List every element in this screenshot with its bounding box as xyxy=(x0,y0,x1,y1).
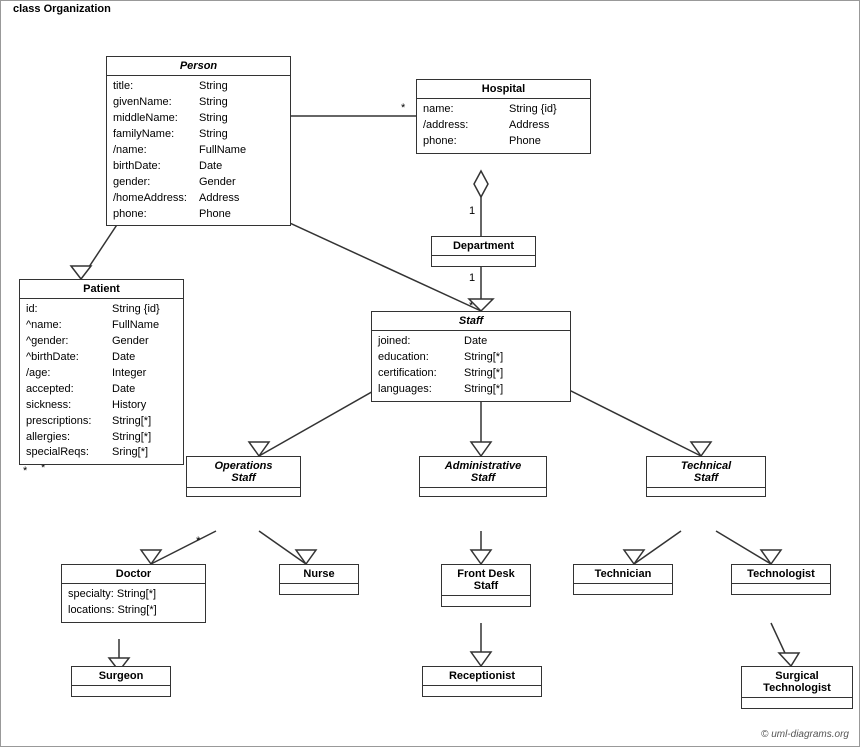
person-class: Person title:String givenName:String mid… xyxy=(106,56,291,226)
technician-class: Technician xyxy=(573,564,673,595)
department-class: Department xyxy=(431,236,536,267)
person-header: Person xyxy=(107,57,290,76)
administrative-staff-header: AdministrativeStaff xyxy=(420,457,546,488)
nurse-body xyxy=(280,584,358,594)
copyright-text: © uml-diagrams.org xyxy=(761,729,849,740)
surgical-technologist-body xyxy=(742,698,852,708)
receptionist-body xyxy=(423,686,541,696)
hospital-class: Hospital name:String {id} /address:Addre… xyxy=(416,79,591,154)
surgeon-body xyxy=(72,686,170,696)
surgical-technologist-class: SurgicalTechnologist xyxy=(741,666,853,709)
technical-staff-header: TechnicalStaff xyxy=(647,457,765,488)
patient-body: id:String {id} ^name:FullName ^gender:Ge… xyxy=(20,299,183,464)
technologist-class: Technologist xyxy=(731,564,831,595)
staff-header: Staff xyxy=(372,312,570,331)
receptionist-class: Receptionist xyxy=(422,666,542,697)
technician-body xyxy=(574,584,672,594)
svg-text:*: * xyxy=(196,535,201,547)
front-desk-staff-header: Front DeskStaff xyxy=(442,565,530,596)
administrative-staff-class: AdministrativeStaff xyxy=(419,456,547,497)
administrative-staff-body xyxy=(420,488,546,496)
department-body xyxy=(432,256,535,266)
technologist-body xyxy=(732,584,830,594)
svg-text:1: 1 xyxy=(469,272,475,284)
doctor-class: Doctor specialty: String[*] locations: S… xyxy=(61,564,206,623)
surgical-technologist-header: SurgicalTechnologist xyxy=(742,667,852,698)
surgeon-class: Surgeon xyxy=(71,666,171,697)
diagram-container: class Organization * * 1 * 1 * * xyxy=(0,0,860,747)
diagram-title: class Organization xyxy=(9,3,115,15)
staff-body: joined:Date education:String[*] certific… xyxy=(372,331,570,401)
hospital-header: Hospital xyxy=(417,80,590,99)
operations-staff-header: OperationsStaff xyxy=(187,457,300,488)
operations-staff-class: OperationsStaff xyxy=(186,456,301,497)
patient-header: Patient xyxy=(20,280,183,299)
patient-class: Patient id:String {id} ^name:FullName ^g… xyxy=(19,279,184,465)
receptionist-header: Receptionist xyxy=(423,667,541,686)
svg-text:1: 1 xyxy=(469,205,475,217)
department-header: Department xyxy=(432,237,535,256)
technical-staff-body xyxy=(647,488,765,496)
front-desk-staff-body xyxy=(442,596,530,606)
technical-staff-class: TechnicalStaff xyxy=(646,456,766,497)
person-body: title:String givenName:String middleName… xyxy=(107,76,290,225)
front-desk-staff-class: Front DeskStaff xyxy=(441,564,531,607)
nurse-header: Nurse xyxy=(280,565,358,584)
technician-header: Technician xyxy=(574,565,672,584)
technologist-header: Technologist xyxy=(732,565,830,584)
operations-staff-body xyxy=(187,488,300,496)
doctor-body: specialty: String[*] locations: String[*… xyxy=(62,584,205,622)
hospital-body: name:String {id} /address:Address phone:… xyxy=(417,99,590,153)
nurse-class: Nurse xyxy=(279,564,359,595)
svg-text:*: * xyxy=(401,102,406,114)
staff-class: Staff joined:Date education:String[*] ce… xyxy=(371,311,571,402)
doctor-header: Doctor xyxy=(62,565,205,584)
surgeon-header: Surgeon xyxy=(72,667,170,686)
svg-text:*: * xyxy=(23,465,28,477)
